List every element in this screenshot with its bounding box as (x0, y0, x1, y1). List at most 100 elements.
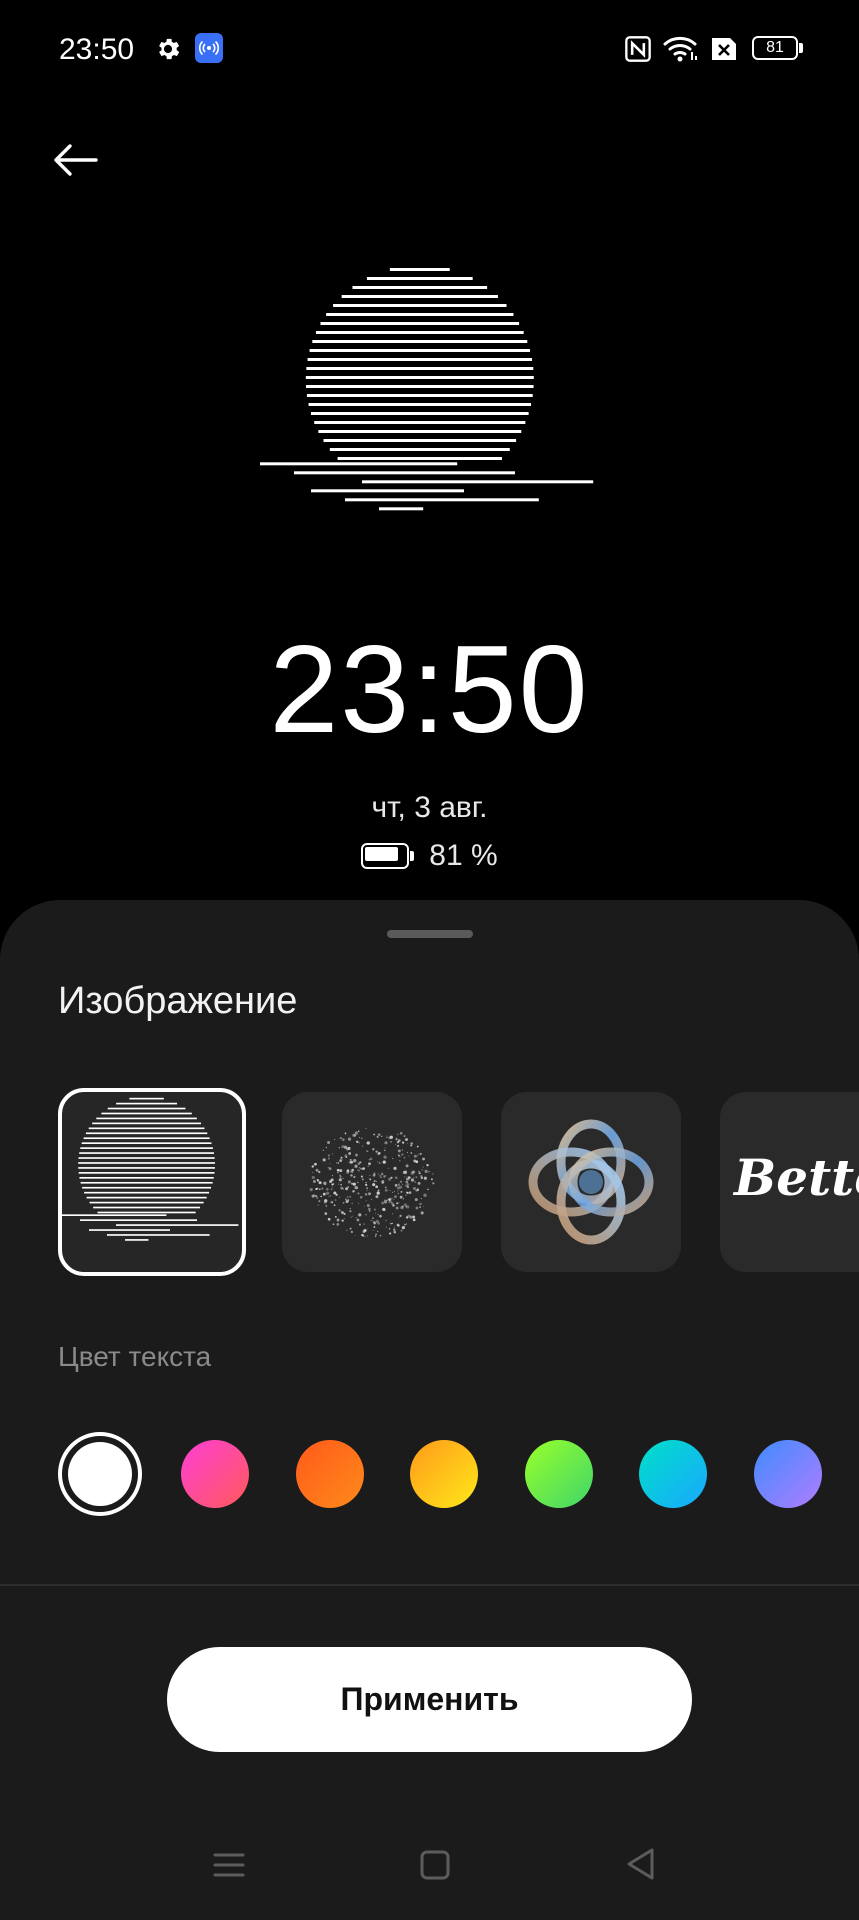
sphere-dot (407, 1185, 409, 1187)
home-square-icon (420, 1850, 450, 1880)
nav-home-button[interactable] (418, 1848, 452, 1882)
sphere-dot (406, 1142, 408, 1144)
sphere-dot (381, 1135, 383, 1138)
sphere-dot (410, 1178, 415, 1182)
apply-button[interactable]: Применить (167, 1647, 692, 1752)
sphere-dot (386, 1136, 388, 1139)
image-option-sunset-lines[interactable] (58, 1088, 246, 1276)
sphere-dot (412, 1218, 416, 1222)
color-swatch-pink[interactable] (181, 1440, 249, 1508)
sphere-dot (401, 1205, 404, 1208)
nav-menu-button[interactable] (212, 1848, 246, 1882)
color-swatch-cyan[interactable] (639, 1440, 707, 1508)
sphere-dot (403, 1156, 406, 1159)
hotspot-icon (195, 33, 223, 63)
color-swatch-orange[interactable] (296, 1440, 364, 1508)
sphere-dot (366, 1187, 368, 1189)
sphere-dot (370, 1219, 372, 1221)
sphere-dot (418, 1172, 421, 1175)
sunset-line (389, 268, 450, 271)
sphere-dot (400, 1229, 403, 1232)
sphere-dot (312, 1179, 316, 1183)
sphere-dot (396, 1140, 400, 1144)
sphere-dot (363, 1205, 365, 1207)
sphere-dot (398, 1217, 400, 1219)
color-swatch-lime[interactable] (525, 1440, 593, 1508)
sphere-dot (357, 1162, 361, 1165)
sphere-dot (367, 1165, 369, 1167)
sphere-dot (410, 1142, 413, 1145)
sphere-dot (369, 1178, 372, 1181)
back-button[interactable] (40, 130, 110, 190)
image-option-glass-knot[interactable] (501, 1092, 681, 1272)
sunset-line (79, 1152, 214, 1154)
sphere-dot (403, 1135, 406, 1137)
sphere-dot (315, 1169, 318, 1172)
sphere-dot (388, 1232, 392, 1235)
sphere-dot (365, 1127, 367, 1129)
sphere-dot (358, 1223, 362, 1226)
reflection-line (62, 1214, 167, 1217)
sphere-dot (399, 1214, 402, 1217)
sphere-dot (426, 1163, 429, 1167)
sphere-dot (375, 1195, 379, 1199)
sunset-line (307, 358, 533, 361)
sphere-dot (368, 1159, 370, 1161)
sphere-dot (351, 1171, 354, 1174)
sphere-dot (398, 1182, 400, 1184)
sphere-dot (403, 1203, 407, 1207)
sphere-dot (366, 1150, 369, 1153)
color-swatch-blue[interactable] (754, 1440, 822, 1508)
sphere-dot (376, 1135, 379, 1138)
sphere-dot (349, 1158, 352, 1161)
sphere-dot (375, 1180, 377, 1182)
sphere-dot (344, 1132, 347, 1135)
sphere-dot (360, 1175, 364, 1178)
sphere-dot (372, 1229, 374, 1231)
sphere-dot (384, 1147, 386, 1149)
sphere-dot (327, 1154, 331, 1157)
image-option-dot-sphere[interactable] (282, 1092, 462, 1272)
color-swatch-yellow[interactable] (410, 1440, 478, 1508)
sphere-dot (330, 1178, 334, 1182)
sphere-dot (381, 1180, 385, 1184)
sunset-line (83, 1137, 210, 1140)
sphere-dot (385, 1175, 387, 1177)
sphere-dot (427, 1188, 429, 1191)
sphere-dot (384, 1141, 388, 1145)
sphere-dot (391, 1197, 393, 1200)
sphere-dot (323, 1200, 327, 1204)
reflection-line (294, 471, 515, 475)
sphere-dot (340, 1156, 343, 1159)
sphere-dot (399, 1156, 401, 1158)
sphere-dot (366, 1235, 369, 1237)
sphere-dot (336, 1218, 340, 1222)
nav-back-button[interactable] (624, 1846, 658, 1882)
sphere-dot (341, 1211, 344, 1214)
preview-date: чт, 3 авг. (371, 791, 488, 824)
sphere-dot (349, 1209, 352, 1213)
sheet-handle[interactable] (387, 930, 473, 938)
reflection-line (345, 498, 539, 502)
sphere-dot (396, 1202, 399, 1205)
sunset-line (80, 1147, 213, 1149)
sphere-dot (390, 1222, 393, 1225)
sphere-dot (342, 1177, 344, 1179)
back-triangle-icon (627, 1848, 654, 1880)
sphere-dot (387, 1198, 389, 1200)
sphere-dot (397, 1190, 399, 1192)
sphere-dot (359, 1167, 362, 1170)
reflection-line (116, 1224, 239, 1226)
image-carousel[interactable]: Bette (58, 1088, 859, 1278)
sphere-dot (341, 1219, 344, 1222)
sphere-dot (397, 1144, 400, 1147)
sphere-dot (359, 1195, 363, 1199)
sphere-dot (339, 1137, 341, 1140)
image-option-script-text[interactable]: Bette (720, 1092, 859, 1272)
sphere-dot (357, 1169, 359, 1171)
color-swatch-white[interactable] (58, 1432, 142, 1516)
preview-sunset-art (260, 268, 594, 511)
sphere-dot (373, 1226, 376, 1228)
sphere-dot (352, 1169, 354, 1172)
sphere-dot (412, 1215, 416, 1219)
